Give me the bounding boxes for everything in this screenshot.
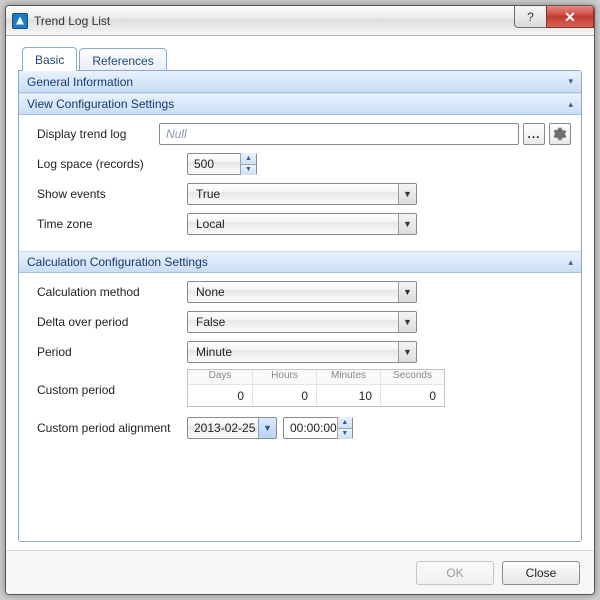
log-space-up[interactable]: ▲ [241, 153, 256, 165]
delta-combobox[interactable]: False ▼ [187, 311, 417, 333]
section-view-body: Display trend log Null ... Log space (re… [19, 115, 581, 251]
alignment-time-value: 00:00:00 [290, 421, 337, 435]
log-space-spin: ▲ ▼ [240, 153, 256, 175]
delta-value: False [196, 315, 225, 329]
spin-up-icon: ▲ [341, 419, 348, 426]
window-title: Trend Log List [34, 14, 110, 28]
calc-method-value: None [196, 285, 225, 299]
cp-seconds-input[interactable]: 0 [381, 384, 444, 406]
display-trend-log-input[interactable]: Null [159, 123, 519, 145]
chevron-up-icon: ▴ [568, 257, 573, 268]
time-down[interactable]: ▼ [338, 429, 352, 440]
period-combobox[interactable]: Minute ▼ [187, 341, 417, 363]
show-events-label: Show events [37, 187, 187, 201]
spin-down-icon: ▼ [341, 430, 348, 437]
section-calc-body: Calculation method None ▼ Delta over per… [19, 273, 581, 455]
calc-method-label: Calculation method [37, 285, 187, 299]
section-view-header[interactable]: View Configuration Settings ▴ [19, 93, 581, 115]
chevron-up-icon: ▴ [568, 99, 573, 110]
tab-row: Basic References [18, 44, 582, 70]
titlebar: Trend Log List ? ✕ [6, 6, 594, 36]
calc-method-combobox[interactable]: None ▼ [187, 281, 417, 303]
cp-days-head: Days [188, 370, 252, 384]
cp-hours-value: 0 [301, 389, 308, 403]
cp-days-value: 0 [237, 389, 244, 403]
browse-button[interactable]: ... [523, 123, 545, 145]
log-space-down[interactable]: ▼ [241, 165, 256, 176]
help-icon: ? [527, 10, 534, 24]
gear-icon [553, 127, 567, 141]
ok-label: OK [446, 566, 463, 580]
alignment-date-input[interactable]: 2013-02-25 ▼ [187, 417, 277, 439]
cp-minutes-value: 10 [359, 389, 372, 403]
log-space-value: 500 [194, 157, 240, 171]
combobox-arrow-icon: ▼ [398, 312, 416, 332]
combobox-arrow-icon: ▼ [398, 282, 416, 302]
section-calc-header[interactable]: Calculation Configuration Settings ▴ [19, 251, 581, 273]
section-general-title: General Information [27, 75, 133, 89]
close-label: Close [526, 566, 557, 580]
tab-basic-label: Basic [35, 53, 64, 67]
cp-days-cell: Days 0 [188, 370, 252, 406]
cp-days-input[interactable]: 0 [188, 384, 252, 406]
window-close-button[interactable]: ✕ [546, 6, 594, 28]
period-value: Minute [196, 345, 232, 359]
ellipsis-icon: ... [527, 127, 540, 141]
help-button[interactable]: ? [514, 6, 546, 28]
section-general-header[interactable]: General Information ▾ [19, 71, 581, 93]
log-space-input[interactable]: 500 ▲ ▼ [187, 153, 257, 175]
time-zone-combobox[interactable]: Local ▼ [187, 213, 417, 235]
tab-references[interactable]: References [79, 48, 166, 72]
section-calc-title: Calculation Configuration Settings [27, 255, 208, 269]
alignment-label: Custom period alignment [37, 421, 187, 435]
time-zone-value: Local [196, 217, 225, 231]
close-icon: ✕ [564, 10, 576, 24]
tab-references-label: References [92, 54, 153, 68]
dialog-window: Trend Log List ? ✕ Basic References Gene… [5, 5, 595, 595]
cp-minutes-input[interactable]: 10 [317, 384, 380, 406]
window-buttons: ? ✕ [514, 6, 594, 28]
date-dropdown-icon: ▼ [258, 418, 276, 438]
cp-seconds-cell: Seconds 0 [380, 370, 444, 406]
ok-button: OK [416, 561, 494, 585]
chevron-down-icon: ▾ [568, 76, 573, 87]
time-zone-label: Time zone [37, 217, 187, 231]
time-up[interactable]: ▲ [338, 417, 352, 429]
combobox-arrow-icon: ▼ [398, 214, 416, 234]
cp-hours-input[interactable]: 0 [253, 384, 316, 406]
cp-minutes-cell: Minutes 10 [316, 370, 380, 406]
app-icon [12, 13, 28, 29]
combobox-arrow-icon: ▼ [398, 184, 416, 204]
show-events-combobox[interactable]: True ▼ [187, 183, 417, 205]
cp-seconds-value: 0 [429, 389, 436, 403]
cp-seconds-head: Seconds [381, 370, 444, 384]
tab-basic[interactable]: Basic [22, 47, 77, 71]
close-button[interactable]: Close [502, 561, 580, 585]
section-view-title: View Configuration Settings [27, 97, 174, 111]
alignment-time-input[interactable]: 00:00:00 ▲ ▼ [283, 417, 353, 439]
tab-panel: General Information ▾ View Configuration… [18, 70, 582, 542]
combobox-arrow-icon: ▼ [398, 342, 416, 362]
alignment-date-value: 2013-02-25 [194, 421, 255, 435]
settings-button[interactable] [549, 123, 571, 145]
delta-label: Delta over period [37, 315, 187, 329]
dialog-footer: OK Close [6, 550, 594, 594]
show-events-value: True [196, 187, 220, 201]
display-trend-log-value: Null [166, 127, 187, 141]
cp-minutes-head: Minutes [317, 370, 380, 384]
client-area: Basic References General Information ▾ V… [6, 36, 594, 550]
cp-hours-cell: Hours 0 [252, 370, 316, 406]
cp-hours-head: Hours [253, 370, 316, 384]
custom-period-group: Days 0 Hours 0 Minutes 10 Seconds [187, 369, 445, 407]
display-trend-log-label: Display trend log [37, 127, 159, 141]
log-space-label: Log space (records) [37, 157, 187, 171]
period-label: Period [37, 345, 187, 359]
spin-down-icon: ▼ [245, 166, 252, 173]
custom-period-label: Custom period [37, 369, 187, 397]
alignment-time-spin: ▲ ▼ [337, 417, 352, 439]
spin-up-icon: ▲ [245, 155, 252, 162]
